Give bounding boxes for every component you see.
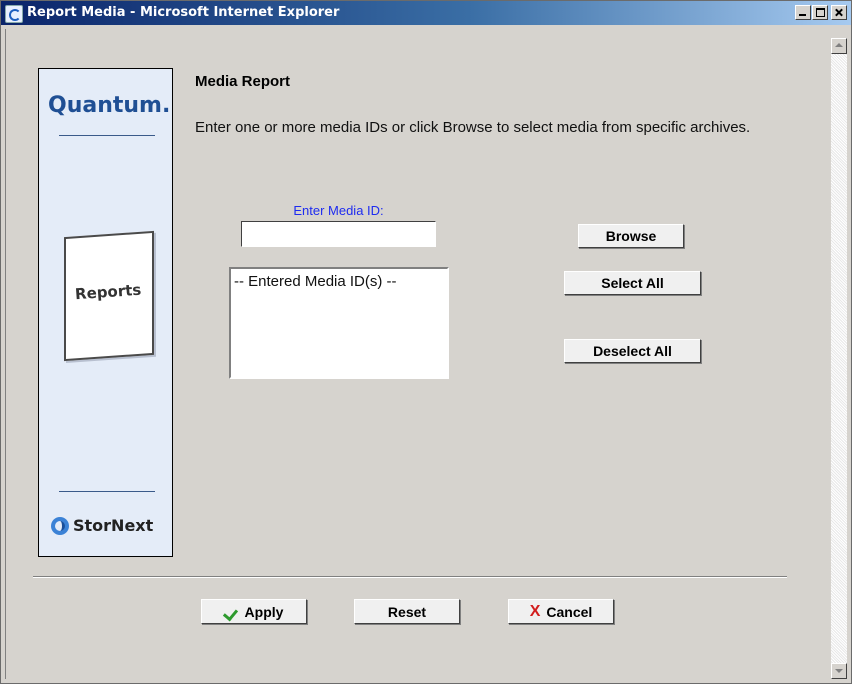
stornext-logo: StorNext	[51, 516, 153, 535]
divider	[59, 491, 155, 492]
stornext-icon	[51, 516, 69, 535]
maximize-icon[interactable]	[812, 5, 828, 20]
title-bar[interactable]: Report Media - Microsoft Internet Explor…	[1, 1, 851, 25]
scroll-down-icon[interactable]	[831, 663, 847, 679]
instructions-text: Enter one or more media IDs or click Bro…	[195, 119, 751, 136]
browse-button[interactable]: Browse	[578, 224, 684, 248]
window-controls	[795, 5, 847, 20]
cancel-button[interactable]: X Cancel	[508, 599, 614, 624]
scroll-up-icon[interactable]	[831, 38, 847, 54]
media-id-label: Enter Media ID:	[293, 203, 384, 218]
vertical-scrollbar[interactable]	[831, 38, 847, 679]
stornext-label: StorNext	[73, 516, 154, 535]
minimize-icon[interactable]	[795, 5, 811, 20]
media-id-input[interactable]	[241, 221, 436, 247]
deselect-all-button[interactable]: Deselect All	[564, 339, 701, 363]
window-title: Report Media - Microsoft Internet Explor…	[27, 5, 340, 20]
reset-button-label: Reset	[387, 603, 427, 620]
x-icon: X	[529, 602, 541, 620]
browser-window: Report Media - Microsoft Internet Explor…	[0, 0, 852, 684]
deselect-all-button-label: Deselect All	[593, 343, 672, 359]
select-all-button-label: Select All	[601, 275, 664, 291]
reset-button[interactable]: Reset	[354, 599, 460, 624]
media-id-list[interactable]: -- Entered Media ID(s) --	[229, 267, 449, 379]
apply-button-label: Apply	[244, 603, 284, 620]
check-icon	[225, 606, 239, 618]
select-all-button[interactable]: Select All	[564, 271, 701, 295]
page-title: Media Report	[195, 73, 291, 90]
sidebar-panel: Quantum. Reports StorNext	[38, 68, 173, 557]
ie-icon	[5, 5, 23, 23]
browse-button-label: Browse	[605, 228, 657, 244]
cancel-button-label: Cancel	[546, 603, 593, 620]
quantum-logo: Quantum.	[48, 93, 171, 118]
divider	[59, 135, 155, 136]
close-icon[interactable]	[831, 5, 847, 20]
list-item[interactable]: -- Entered Media ID(s) --	[234, 273, 397, 290]
apply-button[interactable]: Apply	[201, 599, 307, 624]
footer-divider	[33, 576, 787, 578]
